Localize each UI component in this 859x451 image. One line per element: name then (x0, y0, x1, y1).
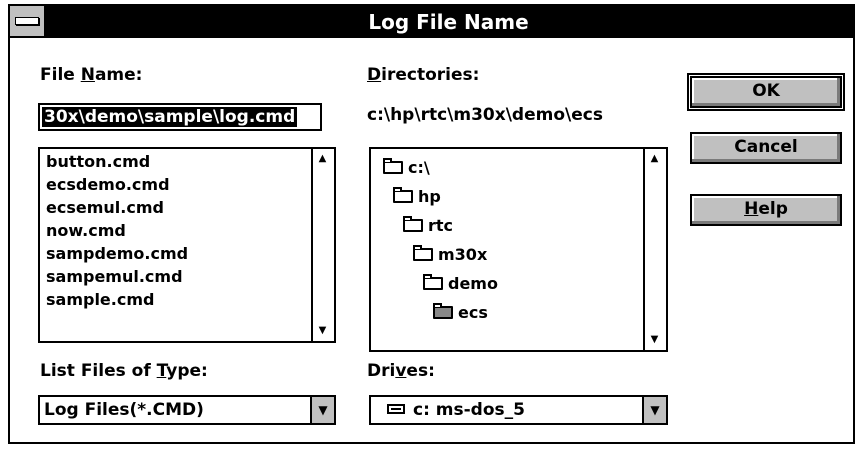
dialog-title: Log File Name (368, 10, 529, 34)
folder-icon (423, 274, 443, 290)
file-list-item[interactable]: ecsemul.cmd (46, 196, 313, 219)
log-file-name-dialog: Log File Name File Name: 30x\demo\sample… (8, 4, 855, 444)
scroll-down-icon[interactable]: ▼ (313, 321, 332, 341)
folder-icon (413, 245, 433, 261)
file-name-value: 30x\demo\sample\log.cmd (42, 107, 298, 127)
folder-icon (433, 303, 453, 319)
folder-icon (393, 187, 413, 203)
directory-item-label: rtc (428, 216, 454, 235)
dropdown-arrow-icon[interactable]: ▼ (642, 397, 666, 423)
directory-item[interactable]: c:\ (383, 156, 430, 179)
file-list-scrollbar[interactable]: ▲ ▼ (311, 149, 334, 341)
dropdown-arrow-icon[interactable]: ▼ (310, 397, 334, 423)
drive-icon (387, 404, 405, 414)
scroll-up-icon[interactable]: ▲ (313, 149, 332, 169)
scroll-up-icon[interactable]: ▲ (645, 149, 664, 169)
directory-list[interactable]: c:\ hp rtc m30x demo ecs ▲ ▼ (369, 147, 668, 352)
drives-select[interactable]: c: ms-dos_5 ▼ (369, 395, 668, 425)
directory-list-scrollbar[interactable]: ▲ ▼ (643, 149, 666, 350)
file-list-item[interactable]: sampdemo.cmd (46, 242, 313, 265)
cancel-button[interactable]: Cancel (690, 132, 842, 164)
directory-item[interactable]: m30x (413, 243, 487, 266)
file-name-label: File Name: (40, 65, 143, 85)
directory-item[interactable]: hp (393, 185, 441, 208)
help-button[interactable]: Help (690, 194, 842, 226)
directory-item-label: ecs (458, 303, 488, 322)
directory-item-label: demo (448, 274, 498, 293)
directory-item[interactable]: ecs (433, 301, 488, 324)
file-name-input[interactable]: 30x\demo\sample\log.cmd (38, 103, 322, 131)
file-list-item[interactable]: sample.cmd (46, 288, 313, 311)
file-list[interactable]: button.cmd ecsdemo.cmd ecsemul.cmd now.cmd s… (38, 147, 336, 343)
ok-button[interactable]: OK (687, 73, 845, 111)
file-type-label: List Files of Type: (40, 361, 208, 381)
drives-value: c: ms-dos_5 (387, 397, 525, 423)
current-directory-path: c:\hp\rtc\m30x\demo\ecs (367, 105, 603, 125)
file-type-value: Log Files(*.CMD) (44, 400, 204, 420)
drives-label: Drives: (367, 361, 435, 381)
directory-item-label: m30x (438, 245, 488, 264)
directories-label: Directories: (367, 65, 480, 85)
directory-item[interactable]: rtc (403, 214, 453, 237)
system-menu-button[interactable] (10, 6, 46, 36)
folder-icon (383, 158, 403, 174)
system-menu-icon (15, 17, 39, 25)
title-bar: Log File Name (10, 6, 853, 38)
file-type-select[interactable]: Log Files(*.CMD) ▼ (38, 395, 336, 425)
scroll-down-icon[interactable]: ▼ (645, 330, 664, 350)
file-list-item[interactable]: now.cmd (46, 219, 313, 242)
directory-item-label: hp (418, 187, 441, 206)
directory-item-label: c:\ (408, 158, 430, 177)
file-list-item[interactable]: button.cmd (46, 150, 313, 173)
file-list-item[interactable]: sampemul.cmd (46, 265, 313, 288)
file-list-item[interactable]: ecsdemo.cmd (46, 173, 313, 196)
folder-icon (403, 216, 423, 232)
directory-item[interactable]: demo (423, 272, 498, 295)
